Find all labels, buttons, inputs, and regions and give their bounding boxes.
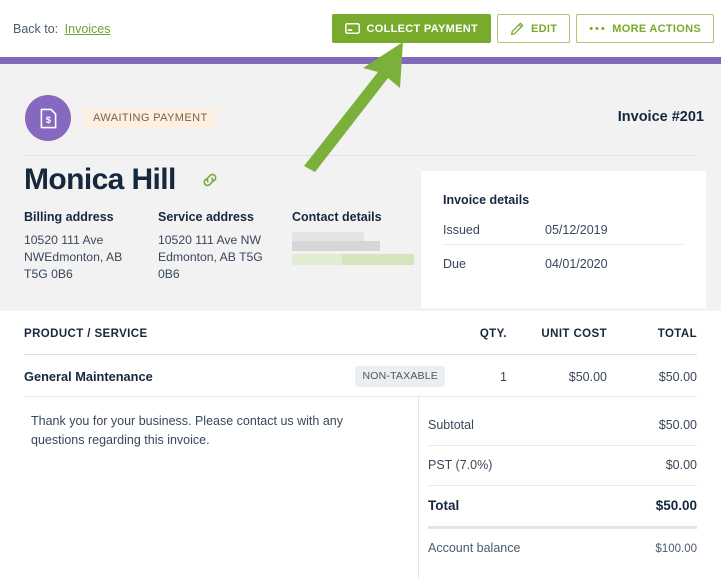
contact-details-block: Contact details	[292, 210, 432, 283]
line-items-bottom-rule	[24, 396, 697, 397]
more-actions-label: MORE ACTIONS	[612, 22, 701, 35]
invoice-details-row-due: Due 04/01/2020	[443, 257, 683, 271]
credit-card-icon	[344, 23, 360, 34]
line-item-qty: 1	[500, 369, 507, 384]
line-item-unit-cost: $50.00	[568, 369, 607, 384]
line-items-header: PRODUCT / SERVICE QTY. UNIT COST TOTAL	[0, 328, 721, 340]
avatar: $	[25, 95, 71, 141]
issued-value: 05/12/2019	[545, 223, 608, 237]
column-header-product: PRODUCT / SERVICE	[24, 328, 148, 340]
collect-payment-button[interactable]: COLLECT PAYMENT	[331, 14, 491, 43]
collect-payment-label: COLLECT PAYMENT	[366, 22, 478, 35]
table-row: General Maintenance NON-TAXABLE 1 $50.00…	[0, 366, 721, 387]
status-badge-non-taxable: NON-TAXABLE	[355, 366, 445, 387]
column-header-total: TOTAL	[657, 328, 697, 340]
column-header-qty: QTY.	[479, 328, 507, 340]
account-balance-value: $100.00	[655, 543, 697, 555]
totals-divider	[418, 397, 419, 578]
breadcrumb: Back to: Invoices	[13, 22, 111, 36]
account-balance-label: Account balance	[428, 541, 521, 555]
top-action-bar: Back to: Invoices COLLECT PAYMENT EDIT M…	[0, 0, 721, 57]
service-address-title: Service address	[158, 210, 254, 224]
line-item-tax-cell: NON-TAXABLE	[335, 366, 445, 387]
status-badge: AWAITING PAYMENT	[84, 108, 217, 129]
totals-panel: Subtotal $50.00 PST (7.0%) $0.00 Total $…	[428, 406, 697, 568]
address-columns: Billing address 10520 111 Ave NWEdmonton…	[24, 210, 432, 283]
chain-link-icon[interactable]	[200, 170, 220, 195]
line-item-total: $50.00	[658, 369, 697, 384]
subtotal-value: $50.00	[658, 418, 697, 432]
subtotal-label: Subtotal	[428, 418, 474, 432]
due-label: Due	[443, 257, 466, 271]
pencil-icon	[510, 22, 524, 36]
tax-value: $0.00	[665, 458, 697, 472]
invoice-details-row-issued: Issued 05/12/2019	[443, 223, 683, 237]
redaction-block	[292, 241, 380, 251]
due-value: 04/01/2020	[545, 257, 608, 271]
more-actions-button[interactable]: MORE ACTIONS	[576, 14, 714, 43]
svg-text:$: $	[45, 115, 51, 126]
redaction-block	[342, 254, 414, 265]
invoice-details-title: Invoice details	[443, 193, 530, 207]
redaction-block	[292, 254, 342, 265]
issued-label: Issued	[443, 223, 480, 237]
service-address-value: 10520 111 Ave NW Edmonton, AB T5G 0B6	[158, 233, 263, 281]
line-items-header-rule	[24, 354, 697, 355]
invoice-note: Thank you for your business. Please cont…	[31, 414, 343, 447]
invoice-details-separator	[443, 244, 683, 245]
breadcrumb-link-invoices[interactable]: Invoices	[65, 22, 111, 36]
totals-row-tax: PST (7.0%) $0.00	[428, 446, 697, 485]
column-header-unit-cost: UNIT COST	[541, 328, 607, 340]
billing-address-block: Billing address 10520 111 Ave NWEdmonton…	[24, 210, 158, 283]
action-buttons-group: COLLECT PAYMENT EDIT MORE ACTIONS	[331, 14, 714, 43]
accent-rule	[0, 57, 721, 64]
service-address-block: Service address 10520 111 Ave NW Edmonto…	[158, 210, 292, 283]
breadcrumb-prefix: Back to:	[13, 22, 59, 36]
edit-button[interactable]: EDIT	[496, 14, 571, 43]
edit-label: EDIT	[530, 22, 558, 35]
billing-address-value: 10520 111 Ave NWEdmonton, AB T5G 0B6	[24, 233, 123, 281]
contact-details-redacted	[292, 232, 422, 272]
invoice-details-card: Invoice details Issued 05/12/2019 Due 04…	[421, 171, 706, 308]
totals-row-total: Total $50.00	[428, 486, 697, 526]
line-item-product: General Maintenance	[24, 369, 153, 384]
billing-address-title: Billing address	[24, 210, 114, 224]
total-value: $50.00	[655, 498, 697, 513]
totals-row-account-balance: Account balance $100.00	[428, 529, 697, 568]
header-divider	[24, 155, 697, 156]
total-label: Total	[428, 498, 460, 513]
tax-label: PST (7.0%)	[428, 458, 493, 472]
invoice-document-dollar-icon: $	[40, 108, 57, 129]
invoice-number: Invoice #201	[617, 109, 704, 125]
ellipsis-icon	[589, 26, 605, 31]
contact-details-title: Contact details	[292, 210, 382, 224]
customer-name: Monica Hill	[24, 163, 176, 196]
totals-row-subtotal: Subtotal $50.00	[428, 406, 697, 445]
redaction-block	[292, 232, 364, 241]
